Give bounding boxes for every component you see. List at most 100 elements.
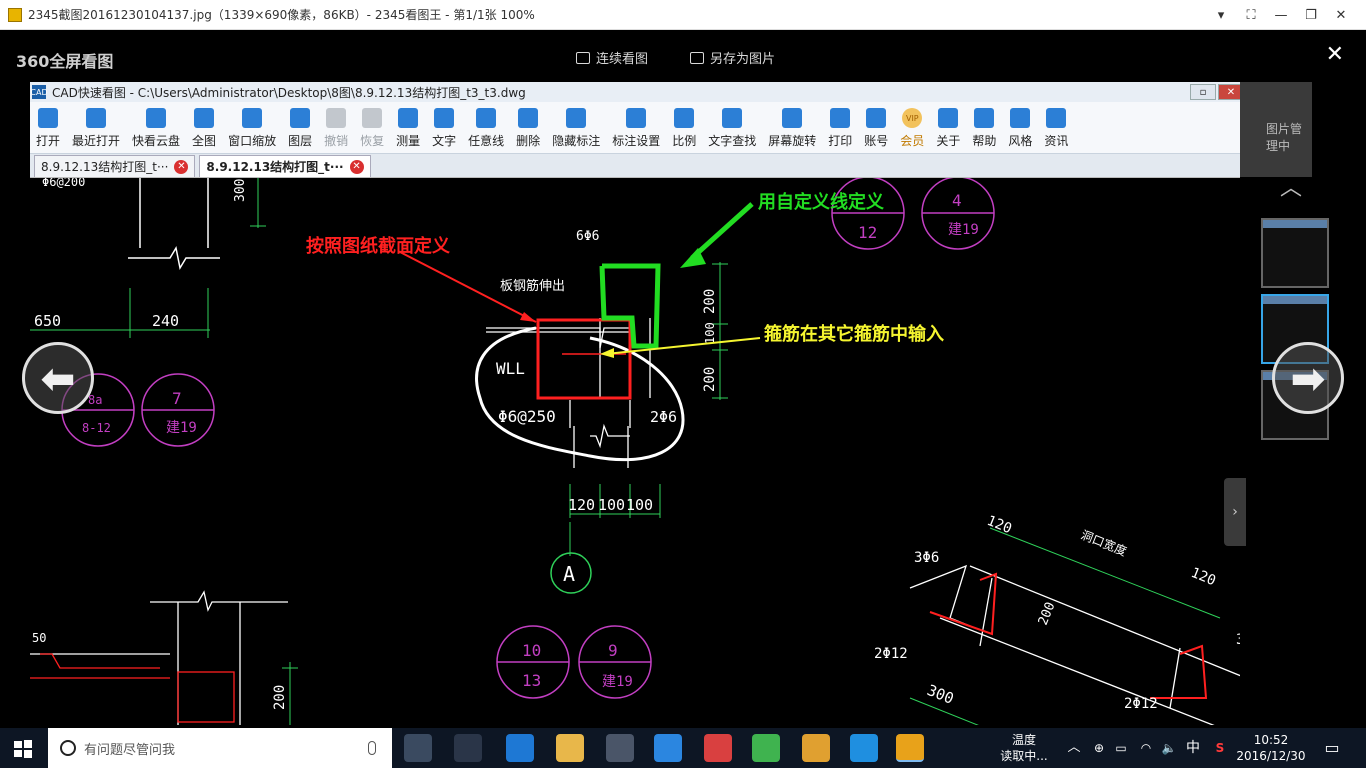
weather-widget[interactable]: 温度 读取中... xyxy=(1000,728,1048,768)
cad-window: CAD CAD快速看图 - C:\Users\Administrator\Des… xyxy=(30,82,1246,725)
360-browser-icon[interactable] xyxy=(752,734,780,762)
toolbar-button-0[interactable]: 打开 xyxy=(30,103,66,153)
toolbar-button-5[interactable]: 图层 xyxy=(282,103,318,153)
wifi-icon[interactable]: ◠ xyxy=(1138,728,1154,768)
notes-app-icon[interactable] xyxy=(802,734,830,762)
r-dim-120-b: 120 xyxy=(1189,565,1218,589)
toolbar-button-19[interactable]: VIP 会员 xyxy=(894,103,930,153)
volume-icon[interactable]: 🔈 xyxy=(1160,728,1178,768)
toolbar-button-21[interactable]: 帮助 xyxy=(966,103,1002,153)
toolbar-label: 图层 xyxy=(288,134,313,148)
sogou-icon[interactable]: S xyxy=(1210,728,1230,768)
dim-200-a: 200 xyxy=(702,289,718,314)
toolbar-button-14[interactable]: 比例 xyxy=(666,103,702,153)
app-plus-icon[interactable] xyxy=(850,734,878,762)
toolbar-label: 文字 xyxy=(432,134,457,148)
toolbar-label: 风格 xyxy=(1008,134,1033,148)
toolbar-button-17[interactable]: 打印 xyxy=(822,103,858,153)
cad-minimize-button[interactable]: ▫ xyxy=(1190,84,1216,100)
save-as-image-button[interactable]: 另存为图片 xyxy=(690,48,775,67)
circle-6-top: 9 xyxy=(608,641,618,660)
minimize-button[interactable]: — xyxy=(1266,0,1296,30)
browser-icon[interactable] xyxy=(454,734,482,762)
taskbar-search[interactable]: 有问题尽管问我 xyxy=(48,728,392,768)
toolbar-button-10[interactable]: 任意线 xyxy=(462,103,510,153)
r-dim-300: 300 xyxy=(925,681,957,708)
image-management-button[interactable]: 图片管理中 xyxy=(1240,82,1312,177)
toolbar-button-8[interactable]: 测量 xyxy=(390,103,426,153)
scroll-up-icon[interactable]: ︿ xyxy=(1280,170,1302,202)
microphone-icon[interactable] xyxy=(368,741,376,755)
close-tab-icon[interactable]: ✕ xyxy=(174,159,189,174)
cad-toolbar: 打开 最近打开 快看云盘 全图 窗口缩放 图层 撤销 恢复 测量 文字 任意线 删除 隐藏标注 标注设置比… xyxy=(30,102,1246,154)
text-search-icon xyxy=(722,108,743,128)
edge-icon[interactable] xyxy=(506,734,534,762)
battery-icon[interactable]: ▭ xyxy=(1112,728,1130,768)
thumbnail-1[interactable] xyxy=(1261,218,1329,288)
toolbar-button-4[interactable]: 窗口缩放 xyxy=(222,103,282,153)
toolbar-button-23[interactable]: 资讯 xyxy=(1038,103,1074,153)
section-detail xyxy=(475,318,685,468)
tab-label: 8.9.12.13结构打图_t··· xyxy=(206,160,344,174)
store-icon[interactable] xyxy=(606,734,634,762)
ime-indicator[interactable]: 中 xyxy=(1184,728,1202,768)
tab-drawing-1[interactable]: 8.9.12.13结构打图_t··· ✕ xyxy=(34,155,196,177)
next-image-button[interactable]: ➡ xyxy=(1272,342,1344,414)
windows-start-icon[interactable] xyxy=(14,740,32,758)
toolbar-button-2[interactable]: 快看云盘 xyxy=(126,103,186,153)
pen-icon xyxy=(476,108,497,128)
toolbar-button-15[interactable]: 文字查找 xyxy=(702,103,762,153)
tray-expand-icon[interactable]: ︿ xyxy=(1066,728,1082,768)
toolbar-button-6[interactable]: 撤销 xyxy=(318,103,354,153)
toolbar-button-18[interactable]: 账号 xyxy=(858,103,894,153)
circle-1-bottom: 建19 xyxy=(948,222,979,238)
toolbar-button-11[interactable]: 删除 xyxy=(510,103,546,153)
toolbar-button-12[interactable]: 隐藏标注 xyxy=(546,103,606,153)
restore-button[interactable]: ❐ xyxy=(1296,0,1326,30)
cloud-icon xyxy=(146,108,167,128)
tab-drawing-2[interactable]: 8.9.12.13结构打图_t··· ✕ xyxy=(199,155,371,177)
bottom-left-detail xyxy=(30,590,288,725)
toolbar-button-20[interactable]: 关于 xyxy=(930,103,966,153)
r-2phi12-b: 2Φ12 xyxy=(1124,696,1158,712)
close-viewer-button[interactable]: ✕ xyxy=(1326,42,1344,67)
undo-icon xyxy=(326,108,347,128)
task-view-icon[interactable] xyxy=(404,734,432,762)
toolbar-button-13[interactable]: 标注设置 xyxy=(606,103,666,153)
cad-drawing-canvas[interactable]: Φ6@200 300 650 240 4 建19 12 8a 8-12 7 建1… xyxy=(30,178,1246,725)
collapse-panel-button[interactable]: › xyxy=(1224,478,1246,546)
r-3phi6-a: 3Φ6 xyxy=(914,550,939,566)
r-opening-label: 洞口宽度 xyxy=(1079,527,1129,559)
toolbar-label: 打开 xyxy=(36,134,61,148)
toolbar-button-3[interactable]: 全图 xyxy=(186,103,222,153)
dropdown-icon[interactable]: ▾ xyxy=(1206,0,1236,30)
toolbar-button-9[interactable]: 文字 xyxy=(426,103,462,153)
red-annotation: 按照图纸截面定义 xyxy=(306,235,450,257)
action-center-icon[interactable]: ▭ xyxy=(1320,728,1344,768)
viewer-brand: 360全屏看图 xyxy=(16,52,114,71)
ruler-icon xyxy=(398,108,419,128)
circle-3-top: 8a xyxy=(88,393,102,407)
close-tab-icon[interactable]: ✕ xyxy=(349,159,364,174)
clock[interactable]: 10:52 2016/12/30 xyxy=(1236,728,1306,768)
toolbar-label: 关于 xyxy=(936,134,961,148)
fullscreen-icon[interactable]: ⛶ xyxy=(1236,0,1266,30)
app-g-icon[interactable] xyxy=(654,734,682,762)
toolbar-button-22[interactable]: 风格 xyxy=(1002,103,1038,153)
toolbar-button-7[interactable]: 恢复 xyxy=(354,103,390,153)
previous-image-button[interactable]: ⬅ xyxy=(22,342,94,414)
image-viewer-taskbar-icon[interactable] xyxy=(896,734,924,762)
file-explorer-icon[interactable] xyxy=(556,734,584,762)
tray-add-icon[interactable]: ⊕ xyxy=(1092,728,1106,768)
help-icon xyxy=(974,108,995,128)
toolbar-button-16[interactable]: 屏幕旋转 xyxy=(762,103,822,153)
toolbar-button-1[interactable]: 最近打开 xyxy=(66,103,126,153)
news-icon xyxy=(1046,108,1067,128)
close-window-button[interactable]: ✕ xyxy=(1326,0,1356,30)
phi6-200-label: Φ6@200 xyxy=(42,178,85,189)
dim-100-b: 100 xyxy=(598,496,625,514)
app-g2-icon[interactable] xyxy=(704,734,732,762)
layers-icon xyxy=(290,108,311,128)
yellow-arrowhead xyxy=(600,348,614,358)
continuous-view-button[interactable]: 连续看图 xyxy=(576,48,648,67)
